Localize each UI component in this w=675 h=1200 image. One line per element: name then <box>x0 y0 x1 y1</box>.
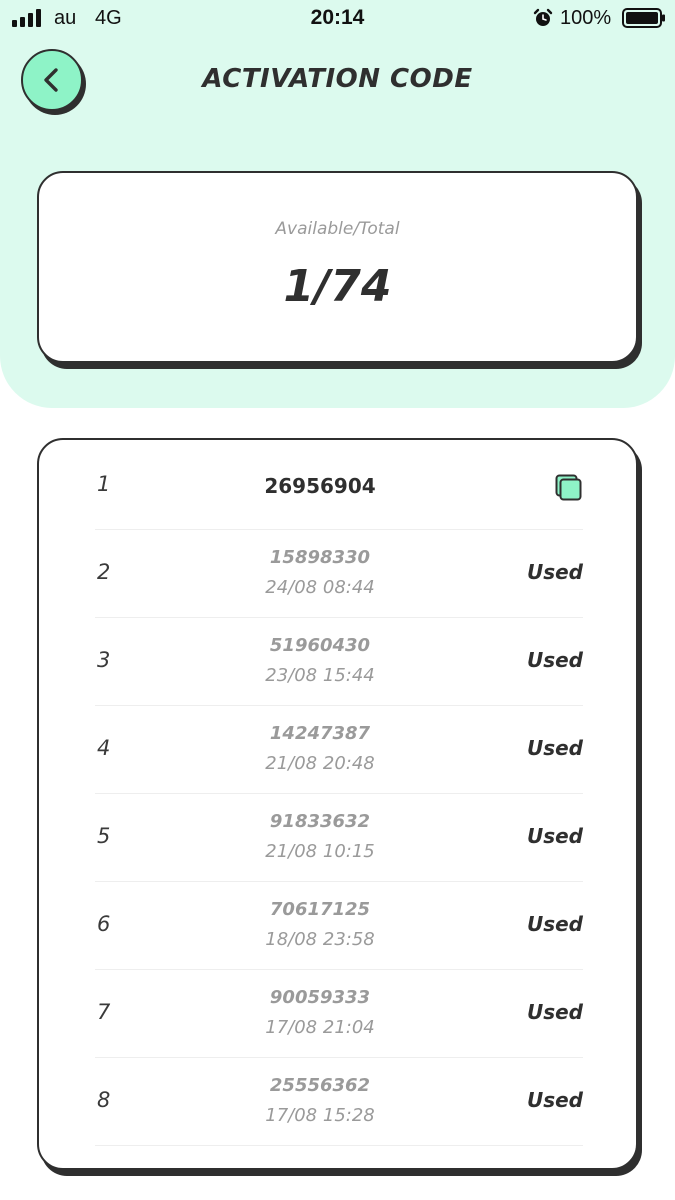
code-value: 70617125 <box>269 899 371 920</box>
page-title: ACTIVATION CODE <box>202 64 473 94</box>
status-badge: Used <box>526 1088 583 1112</box>
status-badge: Used <box>526 1000 583 1024</box>
list-item: 7 90059333 17/08 21:04 Used <box>95 970 583 1058</box>
summary-value: 1/74 <box>283 261 392 312</box>
list-item: 5 91833632 21/08 10:15 Used <box>95 794 583 882</box>
code-used-date: 24/08 08:44 <box>265 577 375 598</box>
battery-percentage: 100% <box>560 7 612 29</box>
code-used-date: 21/08 10:15 <box>265 841 375 862</box>
code-value: 90059333 <box>269 987 371 1008</box>
status-badge: Used <box>526 736 583 760</box>
list-item: 1 26956904 <box>95 442 583 530</box>
code-value: 14247387 <box>269 723 371 744</box>
alarm-clock-icon <box>533 8 553 26</box>
status-badge: Used <box>526 648 583 672</box>
list-item: 2 15898330 24/08 08:44 Used <box>95 530 583 618</box>
code-value: 15898330 <box>269 547 371 568</box>
list-item: 4 14247387 21/08 20:48 Used <box>95 706 583 794</box>
copy-icon[interactable] <box>555 474 583 502</box>
summary-label: Available/Total <box>275 219 400 239</box>
status-badge: Used <box>526 824 583 848</box>
status-bar: au 4G 20:14 100% <box>0 0 675 38</box>
status-badge: Used <box>526 560 583 584</box>
code-value: 25556362 <box>269 1075 371 1096</box>
list-item: 6 70617125 18/08 23:58 Used <box>95 882 583 970</box>
list-item: 8 25556362 17/08 15:28 Used <box>95 1058 583 1146</box>
code-value: 51960430 <box>269 635 371 656</box>
code-used-date: 23/08 15:44 <box>265 665 375 686</box>
code-used-date: 18/08 23:58 <box>265 929 375 950</box>
activation-code-list: 1 26956904 2 15898330 24/08 08:44 Used 3… <box>37 438 638 1170</box>
battery-icon <box>622 8 665 28</box>
summary-card: Available/Total 1/74 <box>37 171 638 363</box>
code-used-date: 17/08 15:28 <box>265 1105 375 1126</box>
code-used-date: 21/08 20:48 <box>265 753 375 774</box>
status-badge: Used <box>526 912 583 936</box>
code-value: 91833632 <box>269 811 371 832</box>
code-used-date: 17/08 21:04 <box>265 1017 375 1038</box>
code-value: 26956904 <box>264 474 376 498</box>
list-item: 3 51960430 23/08 15:44 Used <box>95 618 583 706</box>
